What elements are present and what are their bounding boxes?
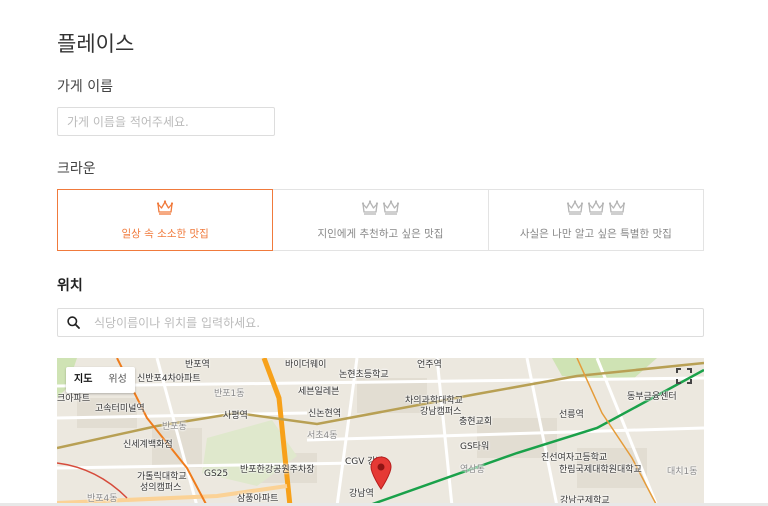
map-label: 사평역: [223, 411, 248, 421]
search-icon: [58, 316, 88, 329]
map-label: GS타워: [460, 442, 490, 452]
location-search-input[interactable]: [88, 315, 703, 330]
map-label: 고속터미널역: [95, 404, 145, 414]
crown-icon: [587, 200, 605, 215]
map-label: 신반포4차아파트: [137, 374, 201, 384]
map-label: 충현교회: [459, 417, 493, 427]
crown-label: 크라운: [57, 161, 96, 177]
map-type-map-button[interactable]: 지도: [66, 367, 100, 393]
crown-icon: [156, 200, 174, 215]
map-label: 언주역: [417, 360, 442, 370]
map-label: 강남캠퍼스: [420, 407, 462, 417]
map-label: 바이더웨이: [285, 360, 327, 370]
store-name-input[interactable]: [57, 107, 275, 136]
crown-icon: [566, 200, 584, 215]
map-label: 반포동: [162, 422, 187, 432]
map-label: 한림국제대학원대학교: [559, 465, 642, 475]
crown-option-text: 지인에게 추천하고 싶은 맛집: [317, 228, 444, 240]
map-label: 반포역: [185, 360, 210, 370]
crown-option-2[interactable]: 지인에게 추천하고 싶은 맛집: [272, 189, 489, 251]
location-label: 위치: [57, 278, 83, 294]
map-label: 대치1동: [667, 467, 698, 477]
map-type-toggle: 지도 위성: [66, 367, 135, 393]
map-label: 역삼동: [460, 465, 485, 475]
crown-option-text: 일상 속 소소한 맛집: [121, 228, 209, 240]
map-label: 반포1동: [214, 389, 245, 399]
crown-option-1[interactable]: 일상 속 소소한 맛집: [57, 189, 274, 251]
crown-icon: [608, 200, 626, 215]
location-search-box: [57, 308, 704, 337]
crown-icon: [361, 200, 379, 215]
map-label: 신세계백화점: [123, 440, 173, 450]
map[interactable]: 반포역 바이더웨이 논현초등학교 언주역 신반포4차아파트 반포1동 세븐일레븐…: [57, 358, 704, 506]
map-label: 서초4동: [307, 431, 338, 441]
page-title: 플레이스: [57, 32, 135, 56]
crown-icons: [361, 199, 400, 216]
crown-icon: [382, 200, 400, 215]
map-label: 논현초등학교: [339, 370, 389, 380]
map-pin-icon: [370, 456, 392, 494]
map-label: 성의캠퍼스: [140, 483, 182, 493]
map-label: GS25: [204, 469, 229, 479]
map-type-satellite-button[interactable]: 위성: [100, 367, 134, 393]
map-label: 선릉역: [559, 410, 584, 420]
crown-option-text: 사실은 나만 알고 싶은 특별한 맛집: [519, 228, 672, 240]
store-name-label: 가게 이름: [57, 79, 113, 95]
map-label: 신논현역: [308, 409, 342, 419]
map-label: 반포한강공원주차장: [240, 465, 315, 475]
map-label: 동부금융센터: [627, 392, 677, 402]
map-label: 세븐일레븐: [298, 387, 340, 397]
crown-option-3[interactable]: 사실은 나만 알고 싶은 특별한 맛집: [487, 189, 704, 251]
crown-icons: [566, 199, 626, 216]
fullscreen-icon[interactable]: [676, 368, 692, 384]
crown-icons: [156, 199, 174, 216]
crown-selector: 일상 속 소소한 맛집 지인에게 추천하고 싶은 맛집 사실은 나만 알고 싶은…: [57, 189, 704, 251]
